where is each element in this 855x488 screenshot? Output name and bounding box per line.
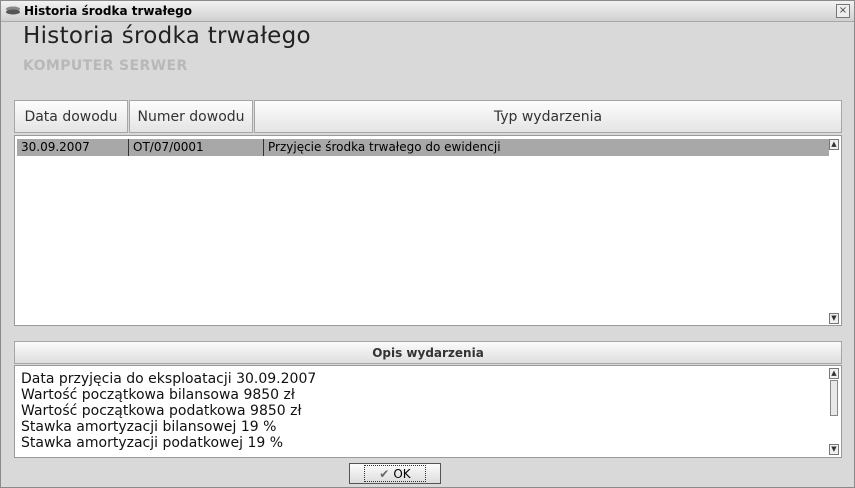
description-line: Wartość początkowa podatkowa 9850 zł bbox=[21, 403, 302, 419]
description-textarea[interactable]: Data przyjęcia do eksploatacji 30.09.200… bbox=[14, 365, 842, 458]
column-header-number[interactable]: Numer dowodu bbox=[129, 100, 253, 133]
window-title: Historia środka trwałego bbox=[24, 4, 192, 18]
column-header-date[interactable]: Data dowodu bbox=[14, 100, 128, 133]
checkmark-icon: ✔ bbox=[379, 466, 390, 481]
scroll-up-icon[interactable]: ▲ bbox=[829, 139, 839, 150]
ok-button[interactable]: ✔ OK bbox=[349, 463, 441, 484]
scroll-up-icon[interactable]: ▲ bbox=[829, 368, 839, 379]
app-icon bbox=[6, 6, 20, 15]
description-line: Data przyjęcia do eksploatacji 30.09.200… bbox=[21, 371, 317, 387]
events-table-body: 30.09.2007 OT/07/0001 Przyjęcie środka t… bbox=[14, 135, 842, 326]
close-button[interactable]: × bbox=[836, 4, 850, 18]
description-line: Stawka amortyzacji podatkowej 19 % bbox=[21, 435, 284, 451]
asset-name: KOMPUTER SERWER bbox=[23, 58, 188, 74]
description-header: Opis wydarzenia bbox=[14, 341, 842, 364]
scroll-thumb[interactable] bbox=[830, 380, 838, 416]
description-line: Stawka amortyzacji bilansowej 19 % bbox=[21, 419, 277, 435]
scroll-down-icon[interactable]: ▼ bbox=[829, 444, 839, 455]
events-table-header: Data dowodu Numer dowodu Typ wydarzenia bbox=[14, 100, 842, 133]
description-scrollbar[interactable]: ▲ ▼ bbox=[829, 368, 839, 455]
cell-type: Przyjęcie środka trwałego do ewidencji bbox=[268, 140, 501, 154]
page-title: Historia środka trwałego bbox=[23, 23, 311, 49]
cell-date: 30.09.2007 bbox=[17, 139, 129, 156]
ok-button-label: OK bbox=[393, 466, 411, 481]
cell-number: OT/07/0001 bbox=[129, 139, 264, 156]
history-dialog: Historia środka trwałego × Historia środ… bbox=[0, 0, 855, 488]
title-bar[interactable]: Historia środka trwałego × bbox=[1, 1, 854, 22]
scroll-down-icon[interactable]: ▼ bbox=[829, 313, 839, 324]
description-line: Wartość początkowa bilansowa 9850 zł bbox=[21, 387, 295, 403]
events-scrollbar[interactable]: ▲ ▼ bbox=[829, 139, 839, 324]
column-header-type[interactable]: Typ wydarzenia bbox=[254, 100, 842, 133]
table-row[interactable]: 30.09.2007 OT/07/0001 Przyjęcie środka t… bbox=[17, 139, 829, 156]
